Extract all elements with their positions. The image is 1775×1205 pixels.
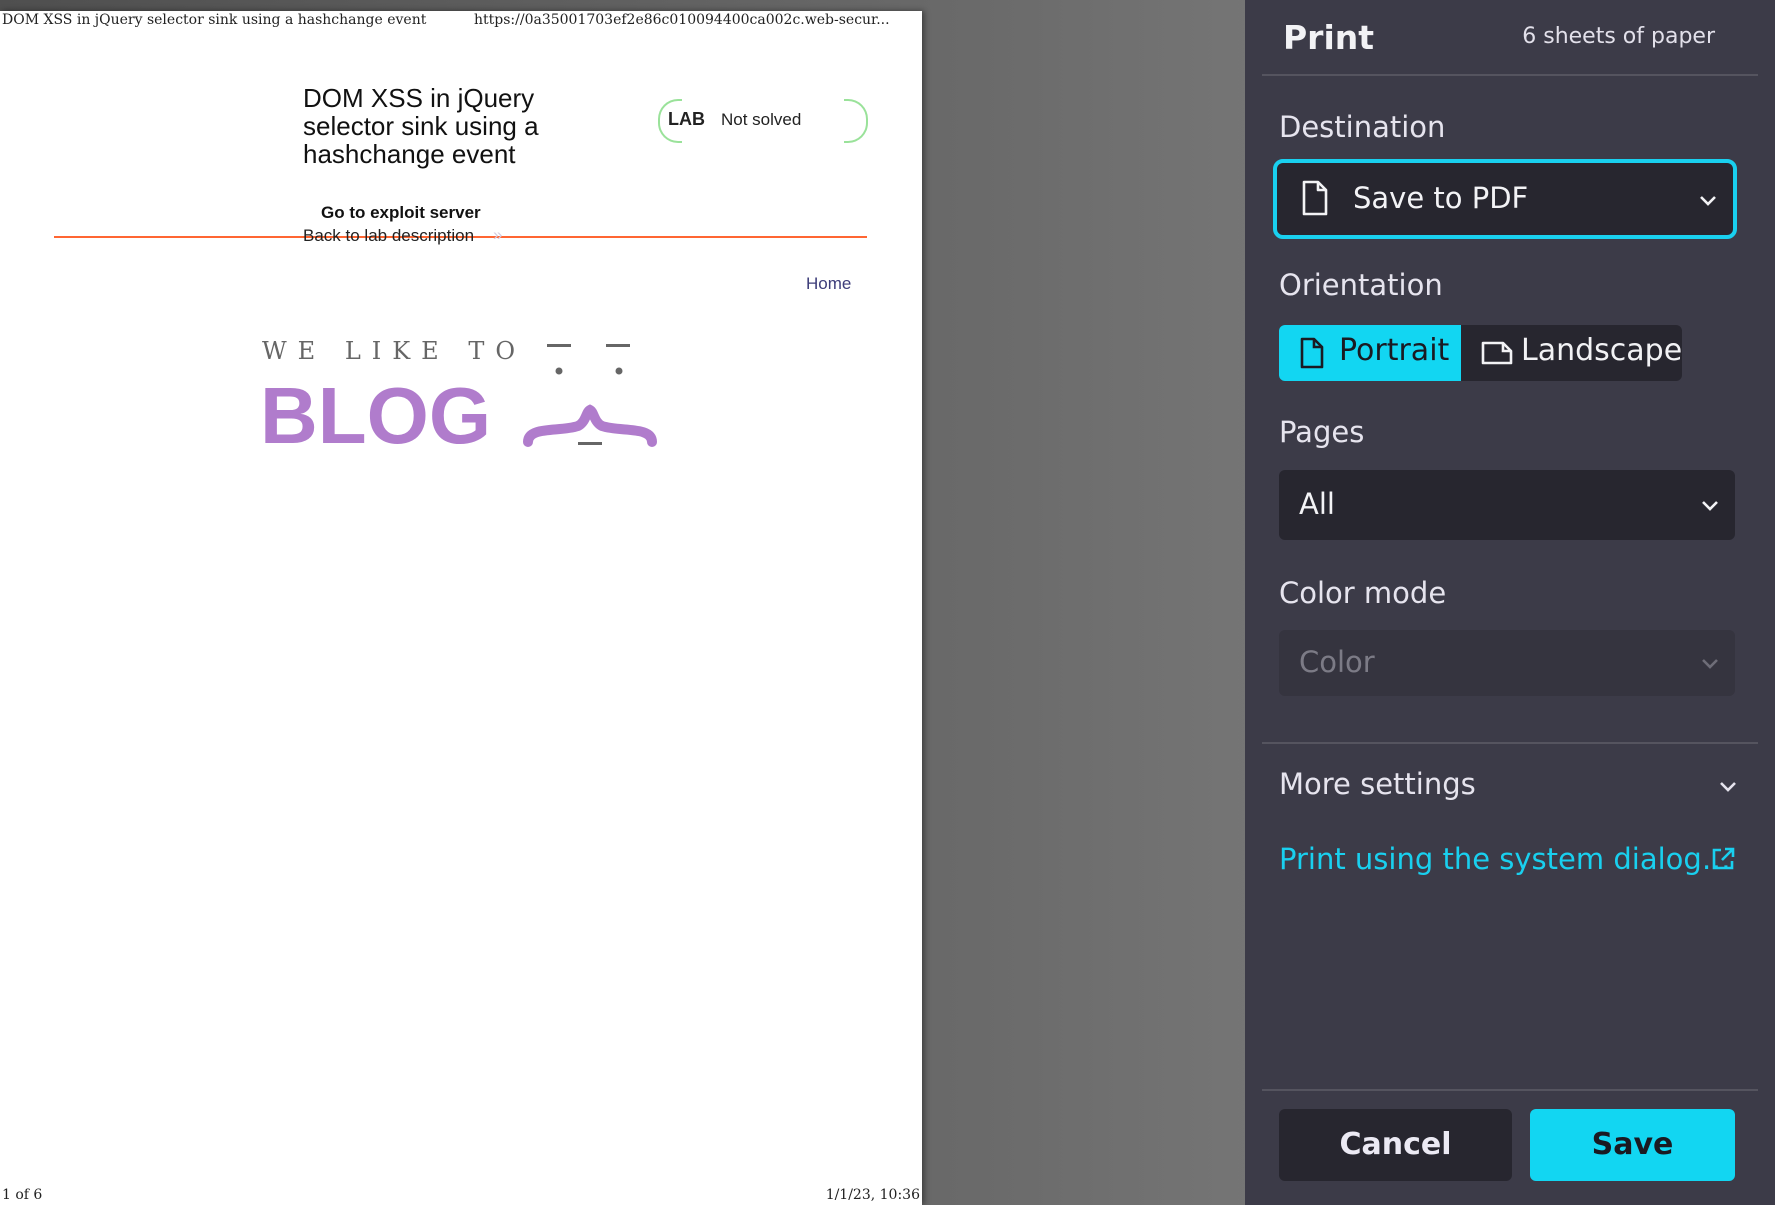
- cancel-button[interactable]: Cancel: [1279, 1109, 1512, 1181]
- lab-title: DOM XSS in jQuery selector sink using a …: [303, 83, 539, 169]
- footer-separator: [1262, 1089, 1758, 1091]
- print-title: Print: [1283, 18, 1375, 57]
- portrait-label: Portrait: [1339, 333, 1450, 368]
- save-button[interactable]: Save: [1530, 1109, 1735, 1181]
- chevron-down-icon[interactable]: [1717, 775, 1739, 797]
- document-icon: [1302, 180, 1328, 216]
- header-separator: [1262, 74, 1758, 76]
- pages-label: Pages: [1279, 415, 1365, 449]
- preview-page: DOM XSS in jQuery selector sink using a …: [0, 11, 922, 1205]
- back-arrow-icon: »: [493, 225, 503, 244]
- print-settings-panel: Print 6 sheets of paper Destination Save…: [1245, 0, 1775, 1205]
- color-mode-label: Color mode: [1279, 576, 1447, 610]
- blog-logo: WE LIKE TO BLOG: [260, 337, 657, 460]
- lab-badge-label: LAB: [668, 109, 705, 129]
- settings-separator: [1262, 742, 1758, 744]
- more-settings-toggle[interactable]: More settings: [1279, 767, 1476, 801]
- logo-big-text: BLOG: [260, 371, 491, 460]
- destination-select[interactable]: Save to PDF: [1273, 159, 1737, 239]
- color-mode-value: Color: [1299, 645, 1375, 679]
- destination-label: Destination: [1279, 110, 1446, 144]
- landscape-page-icon: [1481, 341, 1513, 365]
- page-header-title: DOM XSS in jQuery selector sink using a …: [2, 12, 427, 28]
- chevron-down-icon: [1702, 501, 1718, 511]
- back-to-lab-description-link: Back to lab description: [303, 226, 475, 245]
- print-preview-area: DOM XSS in jQuery selector sink using a …: [0, 0, 1245, 1205]
- orientation-label: Orientation: [1279, 268, 1443, 302]
- lab-status-badge: LAB Not solved: [658, 99, 868, 143]
- color-mode-select: Color: [1279, 630, 1735, 696]
- sheet-count: 6 sheets of paper: [1522, 24, 1715, 49]
- landscape-option[interactable]: Landscape: [1461, 325, 1682, 381]
- portrait-option[interactable]: Portrait: [1279, 325, 1461, 381]
- pages-value: All: [1299, 487, 1335, 521]
- chevron-down-icon: [1702, 659, 1718, 669]
- page-footer-datetime: 1/1/23, 10:36: [825, 1187, 920, 1203]
- external-link-icon[interactable]: [1710, 846, 1736, 872]
- page-header-url: https://0a35001703ef2e86c010094400ca002c…: [474, 12, 890, 28]
- home-link: Home: [806, 274, 852, 293]
- logo-small-text: WE LIKE TO: [262, 337, 526, 365]
- system-dialog-link[interactable]: Print using the system dialog…: [1279, 842, 1731, 876]
- logo-face-icon: [523, 344, 657, 447]
- portrait-page-icon: [1300, 337, 1324, 369]
- lab-status-text: Not solved: [721, 110, 802, 129]
- chevron-down-icon: [1700, 196, 1716, 206]
- landscape-label: Landscape: [1521, 333, 1682, 368]
- orientation-toggle: Portrait Landscape: [1279, 325, 1682, 381]
- page-footer-number: 1 of 6: [2, 1187, 43, 1203]
- exploit-server-link: Go to exploit server: [321, 203, 481, 222]
- pages-select[interactable]: All: [1279, 470, 1735, 540]
- destination-value: Save to PDF: [1353, 181, 1529, 215]
- badge-right-bracket: [844, 99, 868, 143]
